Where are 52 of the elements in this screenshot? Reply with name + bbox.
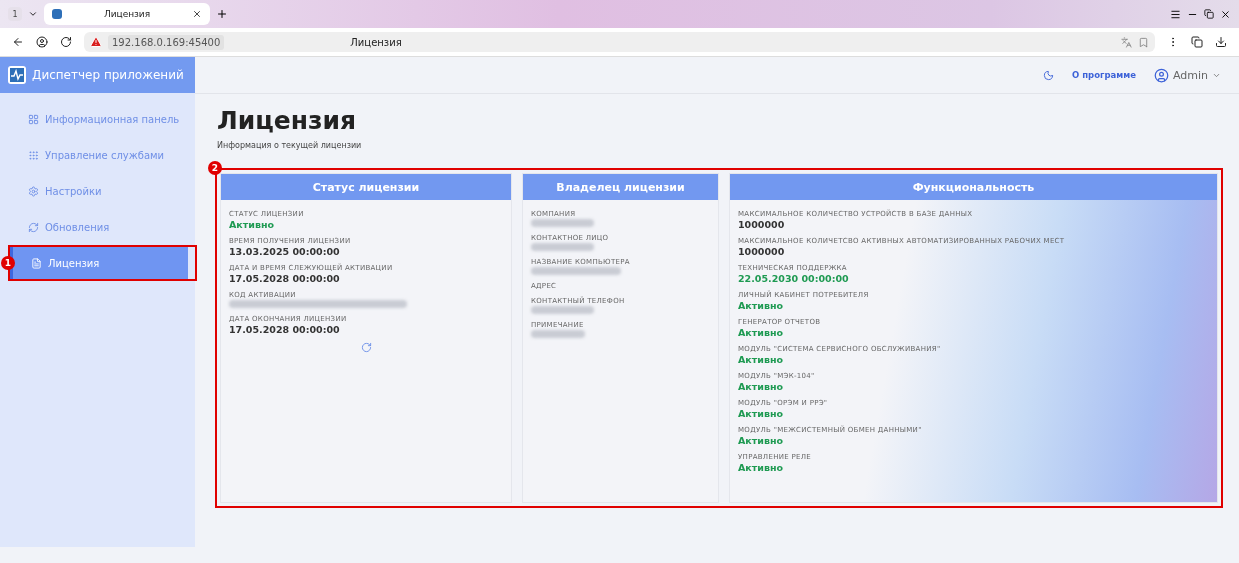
refresh-icon [28, 221, 39, 233]
user-menu[interactable]: Admin [1153, 67, 1221, 83]
card-title: Статус лицензии [221, 174, 511, 200]
new-tab-icon[interactable] [216, 8, 228, 20]
annotation-badge: 1 [1, 256, 15, 270]
field-value: 1000000 [738, 219, 786, 230]
field-value: Активно [738, 435, 785, 446]
favicon-icon [52, 9, 62, 19]
download-icon[interactable] [1215, 36, 1227, 48]
field-value: Активно [738, 381, 785, 392]
reload-icon[interactable] [60, 36, 72, 48]
chevron-icon[interactable] [28, 9, 38, 19]
grid-icon [28, 113, 39, 125]
browser-tab[interactable]: Лицензия [44, 3, 210, 25]
field-value: 17.05.2028 00:00:00 [229, 273, 341, 284]
sidebar-item[interactable]: Управление службами [10, 139, 188, 171]
sidebar-item[interactable]: Информационная панель [10, 103, 188, 135]
url-text: 192.168.0.169:45400 [108, 34, 225, 50]
theme-icon[interactable] [1043, 69, 1055, 81]
field-value: Активно [738, 354, 785, 365]
dots-icon [28, 149, 39, 161]
field-value: 17.05.2028 00:00:00 [229, 324, 341, 335]
page-title: Лицензия [217, 106, 358, 135]
logo-icon [8, 66, 26, 84]
tab-count[interactable]: 1 [8, 7, 22, 21]
annotation-badge: 2 [208, 161, 222, 175]
user-icon [1153, 67, 1169, 83]
page-subtitle: Информация о текущей лицензии [217, 141, 363, 150]
close-icon[interactable] [192, 9, 202, 19]
field-value: Активно [738, 408, 785, 419]
field-value: 22.05.2030 00:00:00 [738, 273, 850, 284]
close-icon[interactable] [1220, 8, 1231, 20]
sidebar-item[interactable]: Обновления [10, 211, 188, 243]
settings-icon [28, 185, 39, 197]
warning-icon [90, 36, 102, 48]
sidebar-item[interactable]: Лицензия [10, 247, 188, 279]
card-title: Функциональность [730, 174, 1217, 200]
document-icon [31, 257, 42, 269]
menu-icon[interactable] [1170, 8, 1181, 20]
sidebar-item[interactable]: Настройки [10, 175, 188, 207]
card-title: Владелец лицензии [523, 174, 718, 200]
about-link[interactable]: О программе [1072, 70, 1136, 80]
field-value: Активно [738, 462, 785, 473]
field-value: Активно [738, 300, 785, 311]
field-value: 13.03.2025 00:00:00 [229, 246, 341, 257]
back-icon[interactable] [12, 36, 24, 48]
page-title: Лицензия [350, 36, 402, 48]
field-value: Активно [229, 219, 276, 230]
field-value: 1000000 [738, 246, 786, 257]
field-value: Активно [738, 327, 785, 338]
app-title: Диспетчер приложений [32, 68, 184, 82]
restore-icon[interactable] [1204, 9, 1214, 19]
